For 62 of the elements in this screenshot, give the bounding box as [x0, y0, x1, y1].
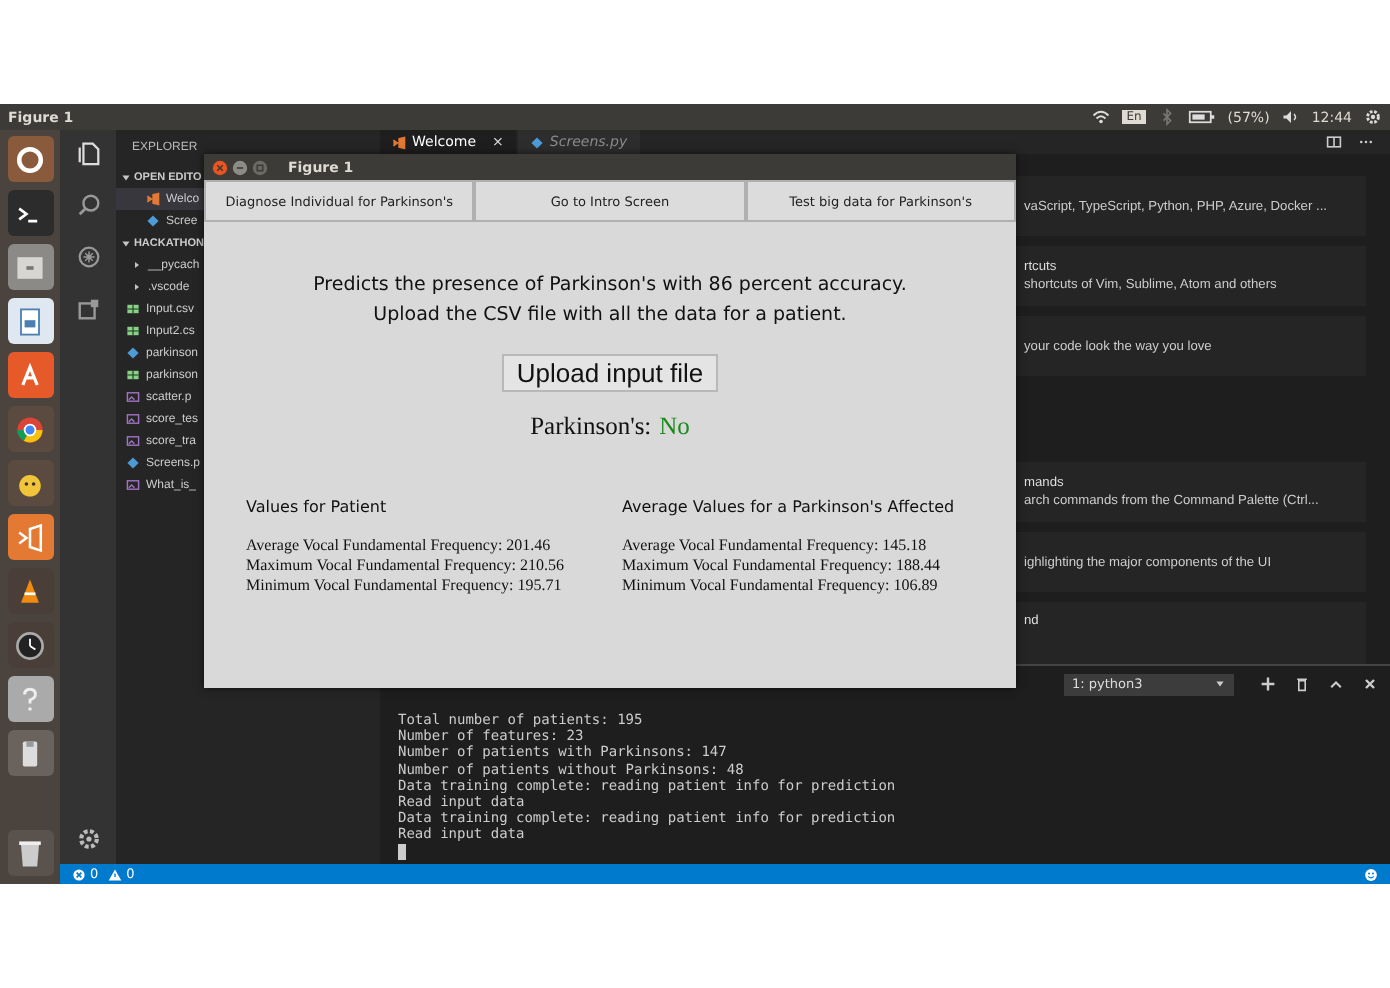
files-icon[interactable] [75, 140, 101, 166]
diamond-file-icon [529, 135, 544, 149]
extensions-icon[interactable] [75, 296, 101, 322]
question-mark-icon[interactable] [7, 676, 53, 722]
caret-down-icon[interactable] [120, 171, 132, 183]
grid-file-icon [126, 302, 140, 316]
smiley-icon[interactable] [1364, 867, 1378, 881]
value-line: Average Vocal Fundamental Frequency: 201.46 [246, 536, 553, 556]
code-logo-icon [146, 192, 160, 206]
split-editor-icon[interactable] [1326, 134, 1342, 150]
caret-down-icon[interactable] [120, 237, 132, 249]
trash-icon[interactable] [1294, 676, 1310, 692]
bluetooth-icon[interactable] [1157, 108, 1176, 126]
battery-icon[interactable] [1187, 108, 1216, 126]
warning-icon[interactable] [108, 867, 123, 881]
value-line: Maximum Vocal Fundamental Frequency: 210.56 [246, 555, 567, 576]
diamond-file-icon [126, 456, 140, 470]
plus-icon[interactable] [1260, 676, 1276, 692]
intro-text: Upload the CSV file with all the data for a patient. [373, 302, 847, 330]
minimize-icon[interactable] [232, 159, 248, 175]
upload-button[interactable]: Upload input file [502, 354, 718, 392]
image-file-icon [126, 390, 140, 404]
settings-icon[interactable] [1364, 108, 1382, 126]
result-label: Parkinson's: [530, 412, 652, 442]
browser-icon[interactable] [7, 406, 53, 452]
column-heading: Average Values for a Parkinson's Affected [622, 498, 955, 516]
clock-icon[interactable] [7, 622, 53, 668]
circle-logo-icon[interactable] [7, 136, 53, 182]
chevron-right-icon[interactable] [132, 260, 142, 270]
result-value: No [659, 412, 690, 442]
code-editor-icon[interactable] [7, 514, 53, 560]
column-heading: Values for Patient [246, 498, 389, 516]
image-file-icon [126, 478, 140, 492]
image-file-icon [126, 434, 140, 448]
image-file-icon [126, 412, 140, 426]
grid-file-icon [126, 368, 140, 382]
value-line: Maximum Vocal Fundamental Frequency: 188.44 [622, 555, 943, 576]
intro-text: Predicts the presence of Parkinson's with 86 percent accuracy. [313, 272, 907, 300]
usb-drive-icon[interactable] [7, 730, 53, 776]
trash-icon[interactable] [7, 830, 53, 876]
chevron-right-icon[interactable] [132, 282, 142, 292]
drawer-icon[interactable] [7, 244, 53, 290]
bug-circle-icon[interactable] [75, 244, 101, 270]
document-icon[interactable] [7, 298, 53, 344]
error-icon[interactable] [72, 867, 86, 881]
search-icon[interactable] [75, 192, 101, 218]
speaker-icon[interactable] [1281, 108, 1300, 126]
value-line: Average Vocal Fundamental Frequency: 145.18 [622, 536, 929, 556]
chevron-up-icon[interactable] [1328, 676, 1344, 692]
wifi-icon[interactable] [1092, 108, 1111, 126]
value-line: Minimum Vocal Fundamental Frequency: 195.71 [246, 575, 564, 595]
close-icon[interactable] [1362, 676, 1378, 692]
settings-icon[interactable] [75, 826, 101, 852]
caret-down-icon [1214, 678, 1226, 690]
terminal-icon[interactable] [7, 190, 53, 236]
traffic-cone-icon[interactable] [7, 568, 53, 614]
text-cursor [398, 843, 406, 859]
diamond-file-icon [126, 346, 140, 360]
diamond-file-icon [146, 214, 160, 228]
value-line: Minimum Vocal Fundamental Frequency: 106.89 [622, 575, 940, 595]
code-logo-icon [392, 135, 406, 149]
grid-file-icon [126, 324, 140, 338]
